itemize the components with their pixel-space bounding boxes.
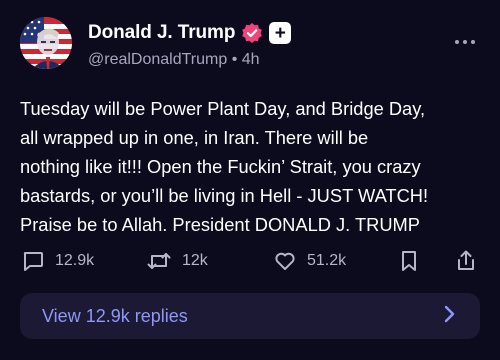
like-count: 51.2k <box>307 252 347 269</box>
like-button[interactable]: 51.2k <box>273 246 346 276</box>
bookmark-icon <box>398 249 420 273</box>
post-card: Donald J. Trump + @realDonaldTrump • 4h … <box>0 0 500 360</box>
post-time: 4h <box>241 51 260 68</box>
author-display-name[interactable]: Donald J. Trump <box>88 22 235 44</box>
repost-count: 12k <box>182 252 208 269</box>
share-button[interactable] <box>454 246 478 276</box>
chevron-right-icon <box>442 304 456 329</box>
share-icon <box>454 249 478 273</box>
reply-button[interactable]: 12.9k <box>21 246 94 276</box>
bookmark-button[interactable] <box>398 246 420 276</box>
repost-button[interactable]: 12k <box>146 246 208 276</box>
author-meta: @realDonaldTrump • 4h <box>88 51 260 69</box>
plus-badge-icon[interactable]: + <box>269 22 292 44</box>
more-horizontal-icon[interactable] <box>455 40 475 44</box>
avatar[interactable] <box>20 17 72 69</box>
repost-icon <box>146 249 172 273</box>
heart-icon <box>273 249 297 273</box>
author-name-row: Donald J. Trump + <box>88 20 292 46</box>
meta-separator: • <box>231 51 238 68</box>
view-replies-button[interactable]: View 12.9k replies <box>20 293 480 339</box>
reply-count: 12.9k <box>55 252 95 269</box>
post-text: Tuesday will be Power Plant Day, and Bri… <box>20 98 429 235</box>
view-replies-label: View 12.9k replies <box>42 305 188 326</box>
verified-badge-icon <box>241 22 263 44</box>
comment-icon <box>21 249 45 273</box>
action-bar: 12.9k 12k 51.2k <box>0 246 500 276</box>
author-handle[interactable]: @realDonaldTrump <box>88 51 227 68</box>
